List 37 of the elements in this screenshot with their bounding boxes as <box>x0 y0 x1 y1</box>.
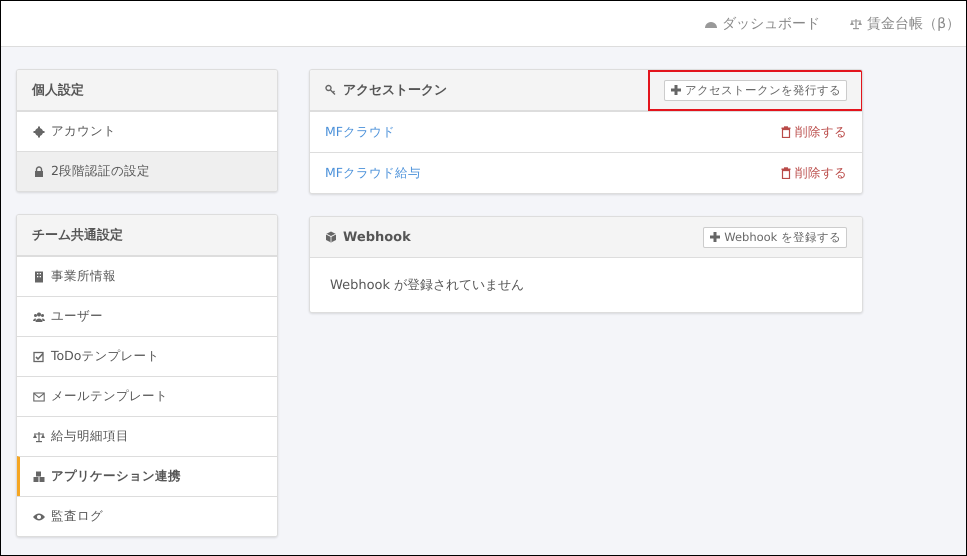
sidebar-item[interactable]: アカウント <box>17 111 277 151</box>
sidebar-item[interactable]: メールテンプレート <box>17 376 277 416</box>
delete-link[interactable]: 削除する <box>780 124 847 140</box>
building-icon <box>33 270 45 282</box>
cube-icon <box>325 231 337 243</box>
checkbox-icon <box>33 350 45 362</box>
eye-icon <box>33 510 45 522</box>
sidebar-item[interactable]: 監査ログ <box>17 496 277 536</box>
panel-title: アクセストークン <box>325 81 447 99</box>
empty-message: Webhook が登録されていません <box>329 277 526 295</box>
lock-icon <box>33 166 45 178</box>
panel-title: 個人設定 <box>32 82 84 99</box>
sidebar-item[interactable]: アプリケーション連携 <box>17 456 277 496</box>
sidebar-item[interactable]: 事業所情報 <box>17 256 277 296</box>
nav-link[interactable]: 賃金台帳（β） <box>850 14 960 32</box>
plus-icon <box>709 231 722 243</box>
delete-link[interactable]: 削除する <box>780 164 847 182</box>
trash-icon <box>780 167 792 179</box>
token-link[interactable]: MFクラウド <box>325 124 395 140</box>
envelope-icon <box>33 390 45 402</box>
sidebar-item[interactable]: 2段階認証の設定 <box>17 151 277 191</box>
nav-link[interactable]: ダッシュボード <box>705 14 820 32</box>
panel-title: Webhook <box>325 230 411 244</box>
add-button[interactable]: アクセストークンを発行する <box>664 80 847 100</box>
token-link[interactable]: MFクラウド給与 <box>325 164 421 182</box>
cubes-icon <box>33 470 45 482</box>
sidebar-item[interactable]: ユーザー <box>17 296 277 336</box>
scale-icon <box>33 430 45 442</box>
scale-icon <box>850 18 862 30</box>
key-icon <box>325 84 337 96</box>
add-button[interactable]: Webhook を登録する <box>703 226 847 248</box>
plus-icon <box>670 84 682 96</box>
sidebar-item[interactable]: ToDoテンプレート <box>17 336 277 376</box>
panel-title: チーム共通設定 <box>32 226 123 244</box>
users-icon <box>33 310 45 322</box>
trash-icon <box>780 126 792 138</box>
sidebar-item[interactable]: 給与明細項目 <box>17 416 277 456</box>
